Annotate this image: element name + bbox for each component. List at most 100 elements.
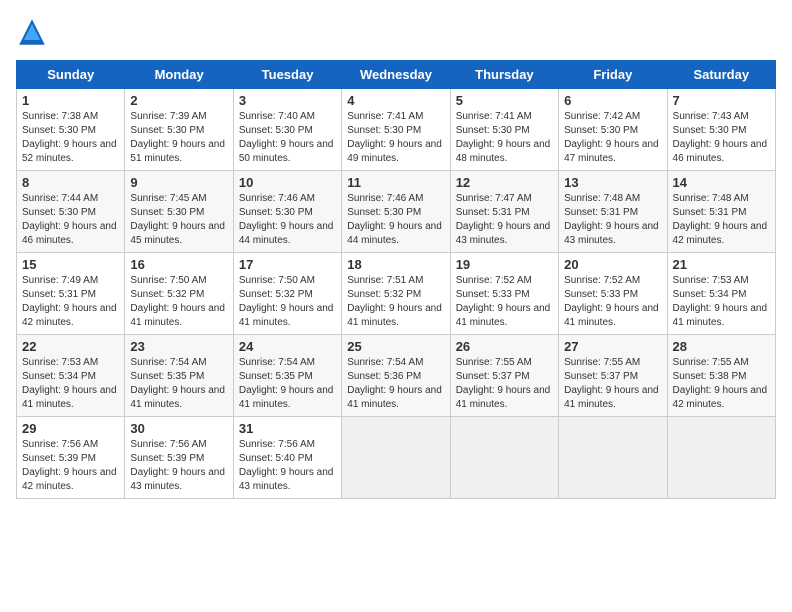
day-number: 26 <box>456 339 553 354</box>
table-row <box>667 417 775 499</box>
weekday-header-row: Sunday Monday Tuesday Wednesday Thursday… <box>17 61 776 89</box>
day-info: Sunrise: 7:53 AM Sunset: 5:34 PM Dayligh… <box>673 274 770 330</box>
day-number: 13 <box>564 175 661 190</box>
day-number: 19 <box>456 257 553 272</box>
day-info: Sunrise: 7:55 AM Sunset: 5:38 PM Dayligh… <box>673 356 770 412</box>
day-info: Sunrise: 7:50 AM Sunset: 5:32 PM Dayligh… <box>130 274 227 330</box>
day-info: Sunrise: 7:50 AM Sunset: 5:32 PM Dayligh… <box>239 274 336 330</box>
day-number: 2 <box>130 93 227 108</box>
calendar-week-row: 1 Sunrise: 7:38 AM Sunset: 5:30 PM Dayli… <box>17 89 776 171</box>
day-number: 23 <box>130 339 227 354</box>
day-info: Sunrise: 7:45 AM Sunset: 5:30 PM Dayligh… <box>130 192 227 248</box>
logo-icon <box>16 16 48 48</box>
day-number: 12 <box>456 175 553 190</box>
day-info: Sunrise: 7:56 AM Sunset: 5:40 PM Dayligh… <box>239 438 336 494</box>
day-info: Sunrise: 7:48 AM Sunset: 5:31 PM Dayligh… <box>564 192 661 248</box>
day-number: 24 <box>239 339 336 354</box>
day-info: Sunrise: 7:52 AM Sunset: 5:33 PM Dayligh… <box>456 274 553 330</box>
day-info: Sunrise: 7:42 AM Sunset: 5:30 PM Dayligh… <box>564 110 661 166</box>
table-row: 7 Sunrise: 7:43 AM Sunset: 5:30 PM Dayli… <box>667 89 775 171</box>
day-number: 9 <box>130 175 227 190</box>
day-info: Sunrise: 7:47 AM Sunset: 5:31 PM Dayligh… <box>456 192 553 248</box>
day-number: 4 <box>347 93 444 108</box>
table-row: 20 Sunrise: 7:52 AM Sunset: 5:33 PM Dayl… <box>559 253 667 335</box>
day-info: Sunrise: 7:55 AM Sunset: 5:37 PM Dayligh… <box>456 356 553 412</box>
day-number: 17 <box>239 257 336 272</box>
table-row: 25 Sunrise: 7:54 AM Sunset: 5:36 PM Dayl… <box>342 335 450 417</box>
day-number: 21 <box>673 257 770 272</box>
table-row: 13 Sunrise: 7:48 AM Sunset: 5:31 PM Dayl… <box>559 171 667 253</box>
calendar-week-row: 8 Sunrise: 7:44 AM Sunset: 5:30 PM Dayli… <box>17 171 776 253</box>
table-row: 6 Sunrise: 7:42 AM Sunset: 5:30 PM Dayli… <box>559 89 667 171</box>
day-info: Sunrise: 7:53 AM Sunset: 5:34 PM Dayligh… <box>22 356 119 412</box>
table-row: 23 Sunrise: 7:54 AM Sunset: 5:35 PM Dayl… <box>125 335 233 417</box>
day-info: Sunrise: 7:51 AM Sunset: 5:32 PM Dayligh… <box>347 274 444 330</box>
table-row: 11 Sunrise: 7:46 AM Sunset: 5:30 PM Dayl… <box>342 171 450 253</box>
day-number: 5 <box>456 93 553 108</box>
day-info: Sunrise: 7:38 AM Sunset: 5:30 PM Dayligh… <box>22 110 119 166</box>
day-info: Sunrise: 7:54 AM Sunset: 5:35 PM Dayligh… <box>239 356 336 412</box>
logo <box>16 16 52 48</box>
day-number: 15 <box>22 257 119 272</box>
table-row: 1 Sunrise: 7:38 AM Sunset: 5:30 PM Dayli… <box>17 89 125 171</box>
day-number: 27 <box>564 339 661 354</box>
day-info: Sunrise: 7:43 AM Sunset: 5:30 PM Dayligh… <box>673 110 770 166</box>
day-number: 8 <box>22 175 119 190</box>
table-row: 31 Sunrise: 7:56 AM Sunset: 5:40 PM Dayl… <box>233 417 341 499</box>
header-saturday: Saturday <box>667 61 775 89</box>
day-info: Sunrise: 7:56 AM Sunset: 5:39 PM Dayligh… <box>130 438 227 494</box>
day-number: 7 <box>673 93 770 108</box>
table-row: 14 Sunrise: 7:48 AM Sunset: 5:31 PM Dayl… <box>667 171 775 253</box>
table-row: 3 Sunrise: 7:40 AM Sunset: 5:30 PM Dayli… <box>233 89 341 171</box>
table-row: 29 Sunrise: 7:56 AM Sunset: 5:39 PM Dayl… <box>17 417 125 499</box>
table-row: 4 Sunrise: 7:41 AM Sunset: 5:30 PM Dayli… <box>342 89 450 171</box>
calendar-week-row: 15 Sunrise: 7:49 AM Sunset: 5:31 PM Dayl… <box>17 253 776 335</box>
table-row: 24 Sunrise: 7:54 AM Sunset: 5:35 PM Dayl… <box>233 335 341 417</box>
table-row: 27 Sunrise: 7:55 AM Sunset: 5:37 PM Dayl… <box>559 335 667 417</box>
day-number: 6 <box>564 93 661 108</box>
header-wednesday: Wednesday <box>342 61 450 89</box>
day-info: Sunrise: 7:54 AM Sunset: 5:35 PM Dayligh… <box>130 356 227 412</box>
calendar-table: Sunday Monday Tuesday Wednesday Thursday… <box>16 60 776 499</box>
table-row <box>450 417 558 499</box>
table-row: 2 Sunrise: 7:39 AM Sunset: 5:30 PM Dayli… <box>125 89 233 171</box>
table-row: 5 Sunrise: 7:41 AM Sunset: 5:30 PM Dayli… <box>450 89 558 171</box>
day-number: 25 <box>347 339 444 354</box>
day-info: Sunrise: 7:46 AM Sunset: 5:30 PM Dayligh… <box>347 192 444 248</box>
table-row: 9 Sunrise: 7:45 AM Sunset: 5:30 PM Dayli… <box>125 171 233 253</box>
table-row: 8 Sunrise: 7:44 AM Sunset: 5:30 PM Dayli… <box>17 171 125 253</box>
day-info: Sunrise: 7:41 AM Sunset: 5:30 PM Dayligh… <box>347 110 444 166</box>
day-info: Sunrise: 7:55 AM Sunset: 5:37 PM Dayligh… <box>564 356 661 412</box>
table-row: 22 Sunrise: 7:53 AM Sunset: 5:34 PM Dayl… <box>17 335 125 417</box>
day-number: 1 <box>22 93 119 108</box>
table-row: 16 Sunrise: 7:50 AM Sunset: 5:32 PM Dayl… <box>125 253 233 335</box>
day-number: 28 <box>673 339 770 354</box>
day-info: Sunrise: 7:44 AM Sunset: 5:30 PM Dayligh… <box>22 192 119 248</box>
day-info: Sunrise: 7:41 AM Sunset: 5:30 PM Dayligh… <box>456 110 553 166</box>
day-info: Sunrise: 7:56 AM Sunset: 5:39 PM Dayligh… <box>22 438 119 494</box>
table-row: 21 Sunrise: 7:53 AM Sunset: 5:34 PM Dayl… <box>667 253 775 335</box>
table-row <box>559 417 667 499</box>
table-row: 26 Sunrise: 7:55 AM Sunset: 5:37 PM Dayl… <box>450 335 558 417</box>
table-row: 19 Sunrise: 7:52 AM Sunset: 5:33 PM Dayl… <box>450 253 558 335</box>
day-number: 29 <box>22 421 119 436</box>
day-info: Sunrise: 7:48 AM Sunset: 5:31 PM Dayligh… <box>673 192 770 248</box>
day-number: 31 <box>239 421 336 436</box>
table-row: 18 Sunrise: 7:51 AM Sunset: 5:32 PM Dayl… <box>342 253 450 335</box>
table-row <box>342 417 450 499</box>
header-monday: Monday <box>125 61 233 89</box>
header-thursday: Thursday <box>450 61 558 89</box>
day-number: 20 <box>564 257 661 272</box>
table-row: 10 Sunrise: 7:46 AM Sunset: 5:30 PM Dayl… <box>233 171 341 253</box>
table-row: 17 Sunrise: 7:50 AM Sunset: 5:32 PM Dayl… <box>233 253 341 335</box>
page-header <box>16 16 776 48</box>
day-number: 16 <box>130 257 227 272</box>
day-number: 30 <box>130 421 227 436</box>
calendar-week-row: 22 Sunrise: 7:53 AM Sunset: 5:34 PM Dayl… <box>17 335 776 417</box>
day-number: 3 <box>239 93 336 108</box>
day-info: Sunrise: 7:54 AM Sunset: 5:36 PM Dayligh… <box>347 356 444 412</box>
day-info: Sunrise: 7:49 AM Sunset: 5:31 PM Dayligh… <box>22 274 119 330</box>
day-info: Sunrise: 7:39 AM Sunset: 5:30 PM Dayligh… <box>130 110 227 166</box>
header-friday: Friday <box>559 61 667 89</box>
table-row: 28 Sunrise: 7:55 AM Sunset: 5:38 PM Dayl… <box>667 335 775 417</box>
